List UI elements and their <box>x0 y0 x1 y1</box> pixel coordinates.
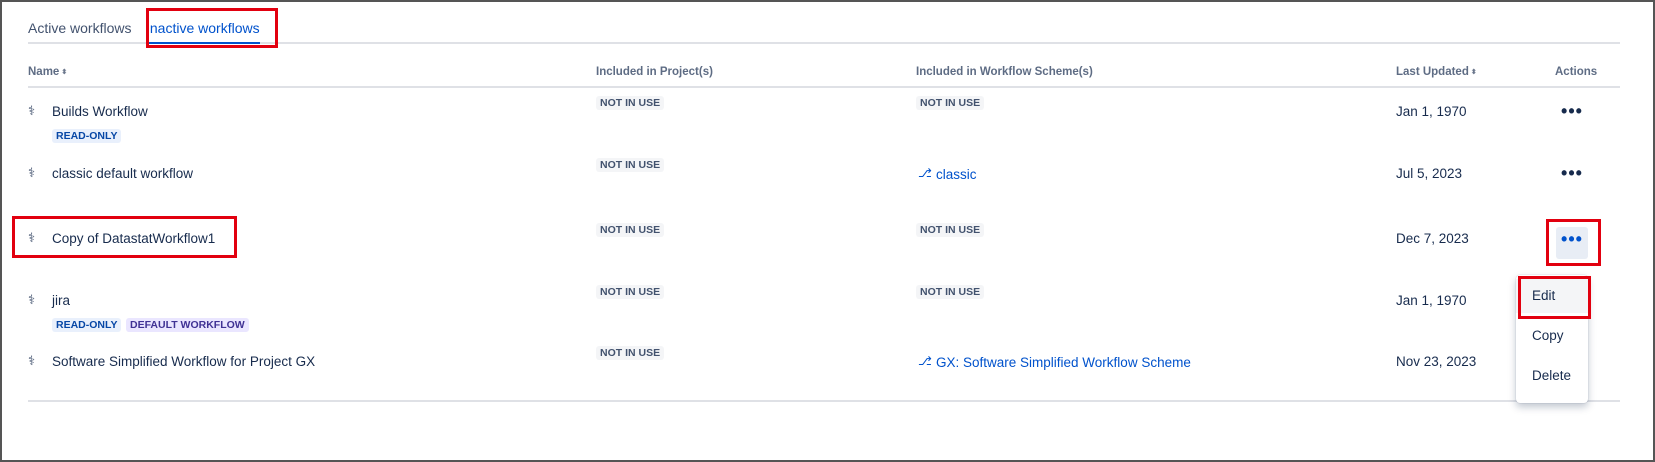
projects-status-badge: NOT IN USE <box>596 285 665 299</box>
tab-inactive-workflows[interactable]: Inactive workflows <box>146 20 260 44</box>
tab-active-workflows[interactable]: Active workflows <box>28 20 131 36</box>
column-header-schemes: Included in Workflow Scheme(s) <box>916 66 1093 78</box>
workflow-name[interactable]: jira <box>52 293 70 308</box>
more-actions-button[interactable]: ••• <box>1556 99 1588 131</box>
workflow-name[interactable]: Software Simplified Workflow for Project… <box>52 354 315 369</box>
projects-status-badge: NOT IN USE <box>596 96 665 110</box>
sort-icon: ⬍ <box>1470 68 1477 76</box>
read-only-badge: READ-ONLY <box>52 318 122 332</box>
workflow-name[interactable]: classic default workflow <box>52 166 193 181</box>
workflow-name[interactable]: Copy of DatastatWorkflow1 <box>52 231 215 246</box>
scheme-link[interactable]: classic <box>936 167 977 182</box>
menu-item-copy[interactable]: Copy <box>1516 319 1588 353</box>
workflow-icon: ⚕ <box>28 292 36 307</box>
menu-item-edit[interactable]: Edit <box>1516 279 1588 313</box>
last-updated: Jan 1, 1970 <box>1396 104 1467 119</box>
last-updated: Dec 7, 2023 <box>1396 231 1469 246</box>
scheme-status-badge: NOT IN USE <box>916 223 985 237</box>
column-header-name[interactable]: Name ⬍ <box>28 66 67 78</box>
last-updated: Jul 5, 2023 <box>1396 166 1463 181</box>
workflow-icon: ⚕ <box>28 230 36 245</box>
table-bottom-divider <box>28 400 1620 402</box>
scheme-status-badge: NOT IN USE <box>916 285 985 299</box>
menu-item-delete[interactable]: Delete <box>1516 359 1588 393</box>
table-header: Name ⬍ Included in Project(s) Included in… <box>28 62 1620 88</box>
projects-status-badge: NOT IN USE <box>596 223 665 237</box>
workflow-icon: ⚕ <box>28 103 36 118</box>
last-updated: Jan 1, 1970 <box>1396 293 1467 308</box>
sort-icon: ⬍ <box>61 68 68 76</box>
default-workflow-badge: DEFAULT WORKFLOW <box>126 318 249 332</box>
scheme-branch-icon: ⎇ <box>918 166 932 180</box>
projects-status-badge: NOT IN USE <box>596 346 665 360</box>
workflow-icon: ⚕ <box>28 165 36 180</box>
column-header-actions: Actions <box>1555 66 1598 78</box>
scheme-status-badge: NOT IN USE <box>916 96 985 110</box>
column-header-projects: Included in Project(s) <box>596 66 713 78</box>
column-header-last-updated[interactable]: Last Updated ⬍ <box>1396 66 1477 78</box>
projects-status-badge: NOT IN USE <box>596 158 665 172</box>
actions-dropdown-menu: Edit Copy Delete <box>1516 275 1588 403</box>
more-actions-button[interactable]: ••• <box>1556 161 1588 193</box>
last-updated: Nov 23, 2023 <box>1396 354 1477 369</box>
workflow-tabs: Active workflows Inactive workflows <box>28 16 1620 44</box>
more-actions-button-open[interactable]: ••• <box>1556 227 1588 259</box>
workflow-icon: ⚕ <box>28 353 36 368</box>
read-only-badge: READ-ONLY <box>52 129 122 143</box>
workflow-name[interactable]: Builds Workflow <box>52 104 148 119</box>
scheme-branch-icon: ⎇ <box>918 354 932 368</box>
scheme-link[interactable]: GX: Software Simplified Workflow Scheme <box>936 355 1191 370</box>
